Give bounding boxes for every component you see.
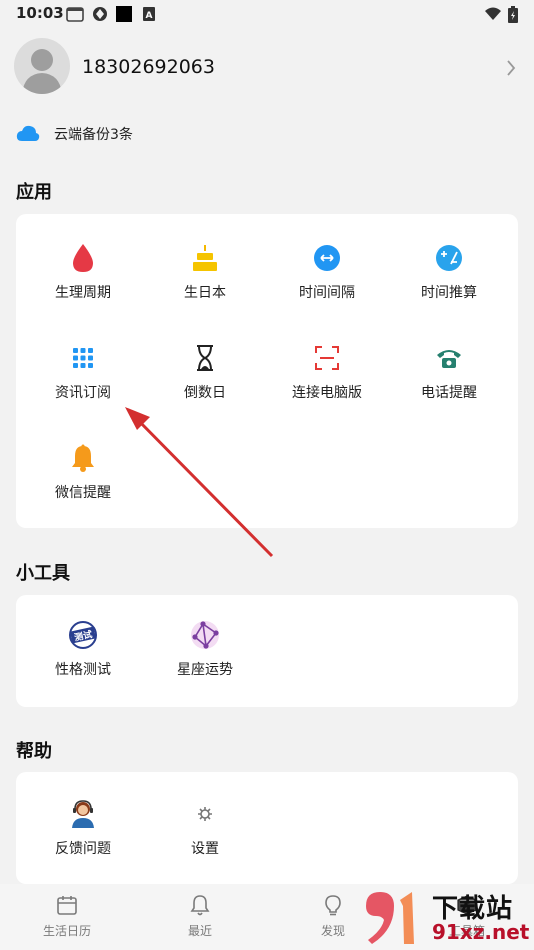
tool-item-horoscope[interactable]: 星座运势 — [144, 619, 266, 679]
app-item-phone-reminder[interactable]: 电话提醒 — [388, 342, 510, 402]
apps-card: 生理周期 生日本 时间间隔 时间推算 资讯订阅 倒数日 连接电脑版 电话提醒 微… — [16, 214, 518, 528]
tool-item-label: 性格测试 — [55, 662, 111, 678]
tool-item-personality-test[interactable]: 测试 性格测试 — [22, 619, 144, 679]
section-title-help: 帮助 — [16, 741, 52, 762]
a-box-icon: A — [143, 6, 155, 25]
section-title-apps: 应用 — [16, 182, 52, 203]
calc-icon — [388, 242, 510, 274]
app-item-label: 生日本 — [184, 285, 226, 301]
black-square-icon — [116, 6, 132, 26]
help-item-label: 设置 — [191, 841, 219, 857]
help-item-feedback[interactable]: 反馈问题 — [22, 798, 144, 858]
app-item-countdown[interactable]: 倒数日 — [144, 342, 266, 402]
app-item-label: 生理周期 — [55, 285, 111, 301]
grid-icon — [22, 342, 144, 374]
app-item-label: 时间推算 — [421, 285, 477, 301]
tool-item-label: 星座运势 — [177, 662, 233, 678]
support-agent-icon — [22, 798, 144, 830]
app-item-label: 倒数日 — [184, 385, 226, 401]
app-item-label: 微信提醒 — [55, 485, 111, 501]
calendar-icon — [57, 896, 77, 915]
help-card: 反馈问题 设置 — [16, 772, 518, 884]
section-title-tools: 小工具 — [16, 563, 70, 584]
app-item-label: 时间间隔 — [299, 285, 355, 301]
scan-icon — [266, 342, 388, 374]
hourglass-icon — [144, 342, 266, 374]
app-item-wechat-reminder[interactable]: 微信提醒 — [22, 442, 144, 502]
bell-outline-icon — [190, 895, 210, 916]
watermark-91-icon — [366, 892, 414, 944]
cloud-icon — [16, 124, 40, 146]
tab-calendar[interactable]: 生活日历 — [27, 894, 107, 939]
help-item-settings[interactable]: 设置 — [144, 798, 266, 858]
profile-row[interactable]: 18302692063 — [0, 38, 534, 100]
gear-icon — [144, 798, 266, 830]
battery-icon — [508, 6, 518, 27]
app-item-menstrual[interactable]: 生理周期 — [22, 242, 144, 302]
tab-label: 发现 — [320, 924, 345, 938]
blood-drop-icon — [22, 242, 144, 274]
svg-text:A: A — [146, 11, 153, 21]
cake-icon — [144, 242, 266, 274]
tab-discover[interactable]: 发现 — [293, 894, 373, 939]
cloud-backup-text: 云端备份3条 — [54, 127, 133, 143]
constellation-icon — [144, 619, 266, 651]
watermark-text-2: 91xz.net — [432, 920, 530, 944]
tools-card: 测试 性格测试 星座运势 — [16, 595, 518, 707]
chevron-right-icon[interactable] — [506, 60, 516, 80]
help-item-label: 反馈问题 — [55, 841, 111, 857]
app-item-label: 连接电脑版 — [292, 385, 362, 401]
telephone-icon — [388, 342, 510, 374]
status-time: 10:03 — [16, 4, 64, 22]
app-item-birthday[interactable]: 生日本 — [144, 242, 266, 302]
app-item-pc-connect[interactable]: 连接电脑版 — [266, 342, 388, 402]
bulb-icon — [325, 895, 341, 916]
app-item-interval[interactable]: 时间间隔 — [266, 242, 388, 302]
tab-label: 生活日历 — [42, 924, 91, 938]
watermark-logo: 下载站 91xz.net — [362, 886, 534, 950]
interval-icon — [266, 242, 388, 274]
sync-icon — [92, 6, 108, 26]
wifi-icon — [484, 6, 502, 26]
app-item-label: 电话提醒 — [421, 385, 477, 401]
app-item-date-calc[interactable]: 时间推算 — [388, 242, 510, 302]
test-badge-icon: 测试 — [22, 619, 144, 651]
app-item-news[interactable]: 资讯订阅 — [22, 342, 144, 402]
calendar-notification-icon — [66, 6, 84, 26]
status-bar: 10:03 A — [0, 0, 534, 28]
avatar[interactable] — [14, 38, 70, 94]
tab-label: 最近 — [187, 924, 212, 938]
tab-recent[interactable]: 最近 — [160, 894, 240, 939]
bell-icon — [22, 442, 144, 474]
app-item-label: 资讯订阅 — [55, 385, 111, 401]
profile-phone: 18302692063 — [82, 56, 215, 78]
